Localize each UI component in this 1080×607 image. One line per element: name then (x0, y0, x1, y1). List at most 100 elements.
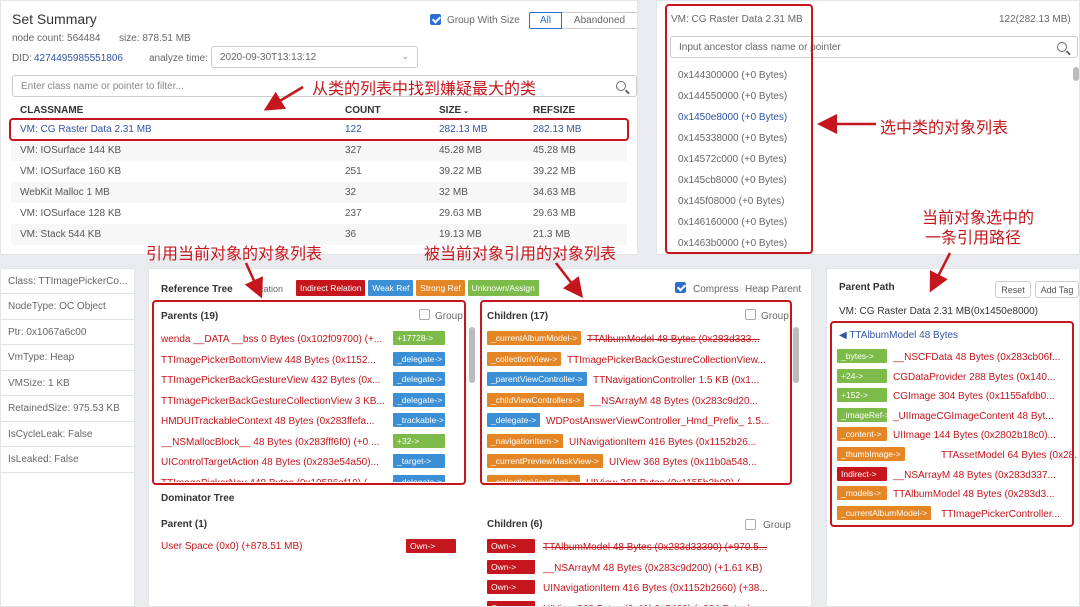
compress-checkbox[interactable] (675, 282, 686, 293)
node-count: node count: 564484 (12, 33, 101, 44)
cell-count: 237 (345, 208, 362, 219)
annotation-find-class: 从类的列表中找到嫌疑最大的类 (312, 79, 537, 98)
col-refsize[interactable]: REFSIZE (533, 105, 575, 116)
did-label: DID: (12, 53, 32, 64)
parent-path-object: VM: CG Raster Data 2.31 MB(0x1450e8000) (839, 306, 1038, 317)
cell-count: 327 (345, 145, 362, 156)
group-with-size-label: Group With Size (447, 15, 520, 26)
highlight-parents (152, 300, 466, 485)
cell-size: 29.63 MB (439, 208, 482, 219)
dominator-parent-text: User Space (0x0) (+878.51 MB) (161, 541, 303, 552)
dominator-children-title: Children (6) (487, 519, 543, 530)
reset-button[interactable]: Reset (995, 281, 1031, 298)
add-tag-button[interactable]: Add Tag (1035, 281, 1079, 298)
cell-refsize: 45.28 MB (533, 145, 576, 156)
total-size: size: 878.51 MB (119, 33, 191, 44)
class-filter-placeholder: Enter class name or pointer to filter... (21, 80, 184, 92)
legend-weak-ref: Weak Ref (368, 280, 414, 296)
cell-name: VM: IOSurface 128 KB (20, 208, 122, 219)
cell-size: 19.13 MB (439, 229, 482, 240)
cell-count: 32 (345, 187, 357, 198)
cell-size: 32 MB (439, 187, 468, 198)
legend-indirect-relation: Indirect Relation (296, 280, 366, 296)
legend-strong-ref: Strong Ref (416, 280, 465, 296)
reference-tree-title: Reference Tree (161, 284, 233, 295)
dominator-group-checkbox[interactable] (745, 519, 756, 530)
table-row[interactable]: WebKit Malloc 1 MB 32 32 MB 34.63 MB (11, 182, 627, 203)
highlight-object-list (665, 4, 813, 254)
legend-prefix: ication (257, 284, 284, 294)
search-icon (616, 81, 626, 91)
col-size-label: SIZE (439, 105, 462, 116)
analyze-time-select[interactable]: 2020-09-30T13:13:12 ⌄ (211, 46, 418, 68)
table-row[interactable]: VM: IOSurface 144 KB 327 45.28 MB 45.28 MB (11, 140, 627, 161)
dominator-group-label: Group (763, 520, 791, 531)
highlight-children (480, 300, 792, 485)
heap-parent-label: Heap Parent (745, 284, 802, 295)
col-count[interactable]: COUNT (345, 105, 381, 116)
set-summary-panel: Set Summary Group With Size All Abandone… (0, 0, 638, 255)
table-row[interactable]: VM: IOSurface 128 KB 237 29.63 MB 29.63 MB (11, 203, 627, 224)
cell-refsize: 34.63 MB (533, 187, 576, 198)
children-scrollbar[interactable] (793, 327, 799, 383)
property-item: Class: TTImagePickerCo... (1, 269, 134, 294)
highlight-selected-class (9, 118, 629, 141)
chevron-down-icon: ⌄ (401, 51, 409, 61)
cell-refsize: 21.3 MB (533, 229, 571, 240)
dominator-child-text: UIView 368 Bytes (0x11b0a5480) (+384 Byt… (543, 604, 751, 607)
cell-count: 36 (345, 229, 357, 240)
cell-refsize: 39.22 MB (533, 166, 576, 177)
annotation-refs-from: 被当前对象引用的对象列表 (424, 244, 617, 263)
analyze-time-value: 2020-09-30T13:13:12 (220, 51, 317, 63)
tab-all[interactable]: All (529, 12, 562, 29)
dominator-child-text: TTAlbumModel 48 Bytes (0x283d33390) (+97… (543, 542, 768, 553)
property-item: IsCycleLeak: False (1, 422, 134, 447)
analyze-time-label: analyze time: (149, 53, 208, 64)
cell-size: 45.28 MB (439, 145, 482, 156)
objects-count: 122(282.13 MB) (999, 14, 1071, 25)
cell-name: VM: IOSurface 144 KB (20, 145, 122, 156)
object-list-scrollbar[interactable] (1073, 67, 1079, 81)
sort-desc-icon: ⌄ (461, 108, 470, 115)
object-properties-panel: Class: TTImagePickerCo... NodeType: OC Ob… (0, 268, 135, 607)
property-item: VMSize: 1 KB (1, 371, 134, 396)
tab-abandoned[interactable]: Abandoned (562, 12, 637, 29)
annotation-refs-to: 引用当前对象的对象列表 (146, 244, 323, 263)
dominator-child-text: UINavigationItem 416 Bytes (0x1152b2660)… (543, 583, 768, 594)
annotation-ref-path-2: 一条引用路径 (925, 228, 1022, 247)
col-size[interactable]: SIZE ⌄ (439, 105, 469, 116)
dominator-child-text: __NSArrayM 48 Bytes (0x283c9d200) (+1.61… (543, 562, 763, 574)
highlight-parent-path (830, 321, 1074, 527)
cell-size: 39.22 MB (439, 166, 482, 177)
cell-name: VM: Stack 544 KB (20, 229, 102, 240)
legend: Indirect Relation Weak Ref Strong Ref Un… (296, 280, 539, 296)
search-icon (1057, 42, 1067, 52)
own-tag: Own-> (487, 559, 535, 574)
cell-name: VM: IOSurface 160 KB (20, 166, 122, 177)
cell-name: WebKit Malloc 1 MB (20, 187, 110, 198)
own-tag: Own-> (487, 580, 535, 594)
cell-refsize: 29.63 MB (533, 208, 576, 219)
annotation-object-list: 选中类的对象列表 (880, 118, 1009, 137)
property-item: NodeType: OC Object (1, 295, 134, 320)
parents-scrollbar[interactable] (469, 327, 475, 383)
dominator-children-list: Own-> TTAlbumModel 48 Bytes (0x283d33390)… (487, 539, 787, 607)
own-tag: Own-> (487, 539, 535, 553)
dominator-parent-title: Parent (1) (161, 519, 208, 530)
compress-label: Compress (693, 284, 739, 295)
property-item: RetainedSize: 975.53 KB (1, 397, 134, 422)
dominator-tree-title: Dominator Tree (161, 493, 235, 504)
parent-path-title: Parent Path (839, 282, 895, 293)
cell-count: 251 (345, 166, 362, 177)
col-classname[interactable]: CLASSNAME (20, 105, 83, 116)
table-row[interactable]: VM: IOSurface 160 KB 251 39.22 MB 39.22 MB (11, 161, 627, 182)
property-item: VmType: Heap (1, 346, 134, 371)
own-tag: Own-> (487, 600, 535, 606)
set-summary-title: Set Summary (12, 11, 97, 27)
property-item: Ptr: 0x1067a6c00 (1, 320, 134, 345)
legend-unknown-assign: Unknown/Assign (467, 280, 539, 296)
property-item: IsLeaked: False (1, 448, 134, 473)
group-with-size-checkbox[interactable] (430, 14, 441, 25)
did-value[interactable]: 4274495985551806 (34, 53, 123, 64)
dominator-parent-tag: Own-> (406, 539, 456, 553)
